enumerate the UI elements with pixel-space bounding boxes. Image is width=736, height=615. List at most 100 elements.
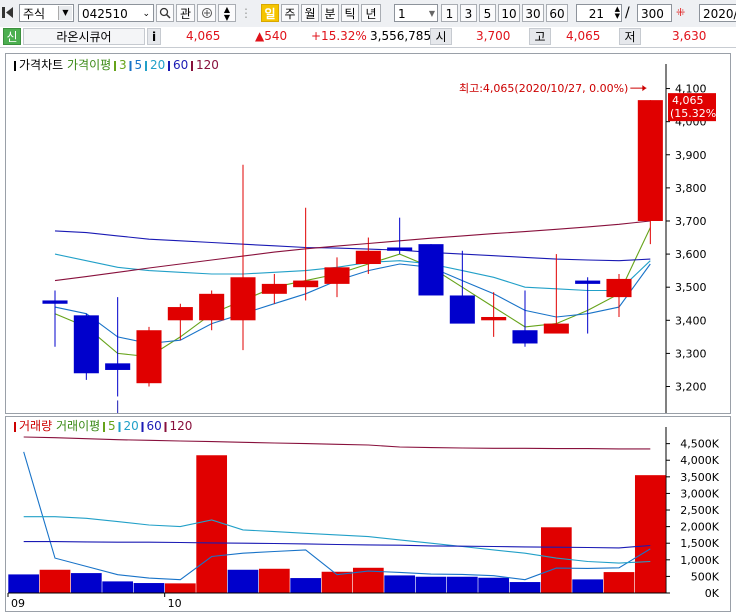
price-chart-svg[interactable]: 가격차트 가격이평 3 5 20 60 120 3,200 3,300 3,400 3,500 3,6…: [6, 54, 730, 413]
period-label: 틱: [344, 7, 356, 21]
price-y-tick-label: 3,900: [675, 149, 707, 162]
spin-icon[interactable]: ▲ ▼: [615, 6, 620, 20]
separator-icon: ⋮: [240, 6, 252, 20]
candle-up: [637, 100, 663, 221]
price-y-tick-label: 3,300: [675, 347, 707, 360]
watchlist-label: 관: [179, 7, 192, 21]
high-annotation-arrow-head: [642, 85, 647, 92]
candle-down: [73, 315, 99, 374]
last-price-tag-value: 4,065: [672, 94, 704, 107]
low-label: 저: [619, 28, 641, 45]
period-monthly-button[interactable]: 월: [301, 4, 319, 22]
period-weekly-button[interactable]: 주: [281, 4, 299, 22]
ma-line-120: [54, 220, 651, 282]
volume-bar-down: [478, 577, 510, 593]
volume-y-tick-label: 1,500K: [680, 537, 719, 550]
volume-bar-down: [446, 576, 478, 593]
open-price: 3,700: [476, 29, 511, 43]
multiplier-value: 1: [398, 7, 406, 21]
quick-num-button[interactable]: 1: [441, 4, 458, 22]
volume-y-tick-label: 2,000K: [680, 521, 719, 534]
stock-info-bar: 신 라온시큐어 i 4,065 ▲540 +15.32% 3,556,785 시…: [0, 27, 736, 48]
search-button[interactable]: [156, 4, 174, 22]
quick-num-label: 60: [549, 7, 565, 21]
period-minute-button[interactable]: 분: [321, 4, 339, 22]
legend-marker: [114, 61, 116, 71]
high-price: 4,065: [566, 29, 601, 43]
legend-item: 3: [119, 58, 127, 72]
settings-icon[interactable]: ⁜: [676, 4, 690, 22]
multiplier-select[interactable]: 1 ▼: [394, 4, 438, 22]
market-select[interactable]: 주식 ▼: [19, 4, 74, 22]
legend-item: 5: [108, 419, 116, 433]
up-down-icon: ▲ ▼: [223, 5, 231, 22]
count-separator: /: [625, 5, 630, 21]
volume-bar-down: [102, 581, 134, 593]
volume-bar-down: [509, 582, 541, 593]
current-price: 4,065: [186, 29, 221, 43]
price-change-pct: +15.32%: [311, 29, 367, 43]
price-y-tick-label: 3,200: [675, 381, 707, 394]
stock-code-input[interactable]: 042510 ⌄: [78, 4, 154, 22]
date-input[interactable]: 2020/: [699, 4, 736, 22]
legend-marker: [129, 61, 132, 71]
period-daily-button[interactable]: 일: [261, 4, 279, 22]
stepper-button[interactable]: ▲ ▼: [218, 4, 236, 22]
volume-y-tick-label: 500K: [691, 570, 720, 583]
volume-bar-down: [133, 583, 165, 593]
price-y-tick-label: 3,400: [675, 314, 707, 327]
legend-item: 가격이평: [67, 58, 111, 72]
total-count-input[interactable]: 300: [637, 4, 672, 22]
x-axis-label: 09: [11, 597, 25, 610]
info-button[interactable]: i: [147, 28, 161, 45]
x-axis-label: 10: [168, 597, 182, 610]
date-value: 2020/: [703, 7, 736, 21]
display-count-input[interactable]: 21 ▲ ▼: [576, 4, 622, 22]
volume-y-tick-label: 2,500K: [680, 504, 719, 517]
candle-up: [543, 323, 569, 334]
stock-type-icon[interactable]: [2, 6, 14, 19]
volume-chart-panel[interactable]: 거래량 거래이평 5 20 60 120 0K 500K 1,000K 1,500K 2,000K 2…: [5, 416, 731, 612]
chevron-down-icon[interactable]: ▼: [429, 5, 435, 23]
price-chart-panel[interactable]: 가격차트 가격이평 3 5 20 60 120 3,200 3,300 3,400 3,500 3,6…: [5, 53, 731, 414]
period-label: 주: [284, 7, 296, 21]
legend-item: 거래량: [19, 419, 52, 433]
chevron-down-icon[interactable]: ⌄: [142, 5, 150, 23]
quick-num-button[interactable]: 5: [479, 4, 496, 22]
volume-bar-down: [572, 579, 604, 593]
quick-num-button[interactable]: 10: [498, 4, 520, 22]
total-count-value: 300: [641, 7, 664, 21]
price-change: ▲540: [255, 29, 288, 43]
open-label-text: 시: [435, 30, 447, 44]
quick-num-label: 3: [464, 7, 473, 21]
quick-num-button[interactable]: 60: [546, 4, 568, 22]
legend-marker: [14, 422, 16, 432]
candle-up: [136, 330, 162, 384]
legend-item: 가격차트: [19, 58, 63, 72]
link-button[interactable]: [197, 4, 216, 22]
quick-num-label: 5: [483, 7, 492, 21]
volume-chart-svg[interactable]: 거래량 거래이평 5 20 60 120 0K 500K 1,000K 1,500K 2,000K 2…: [6, 417, 730, 611]
candle-up: [355, 250, 381, 265]
info-icon: i: [151, 30, 157, 44]
legend-marker: [14, 61, 16, 71]
candle-up: [293, 280, 319, 288]
quick-num-button[interactable]: 30: [522, 4, 544, 22]
period-label: 년: [365, 7, 377, 21]
legend-marker: [191, 61, 193, 71]
legend-item: 60: [173, 58, 188, 72]
period-tick-button[interactable]: 틱: [341, 4, 359, 22]
quick-num-label: 30: [525, 7, 541, 21]
search-icon: [159, 7, 171, 19]
last-price-tag-pct: (15.32%): [670, 107, 721, 120]
volume-bar-up: [540, 527, 572, 593]
legend-marker: [164, 422, 167, 432]
period-year-button[interactable]: 년: [361, 4, 381, 22]
link-icon: [201, 8, 212, 18]
chevron-down-icon[interactable]: ▼: [58, 6, 72, 20]
watchlist-button[interactable]: 관: [176, 4, 195, 22]
high-annotation: 최고:4,065(2020/10/27, 0.00%): [459, 82, 628, 95]
period-label: 월: [304, 7, 316, 21]
volume-bar-down: [8, 574, 40, 593]
quick-num-button[interactable]: 3: [460, 4, 477, 22]
